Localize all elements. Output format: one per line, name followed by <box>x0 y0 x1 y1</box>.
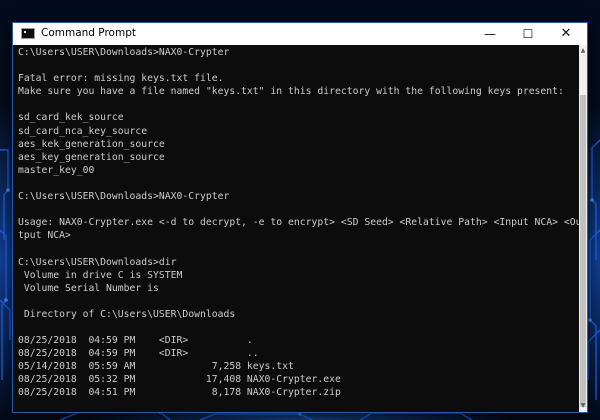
console-line: 08/25/2018 05:32 PM 17,408 NAX0-Crypter.… <box>18 374 341 386</box>
minimize-button[interactable]: — <box>471 23 509 45</box>
window-title: Command Prompt <box>41 27 136 39</box>
console-line: Fatal error: missing keys.txt file. <box>18 73 224 85</box>
title-bar[interactable]: Command Prompt — ☐ ✕ <box>13 23 587 45</box>
console-line: C:\Users\USER\Downloads>NAX0-Crypter <box>18 191 230 203</box>
console-line: sd_card_nca_key_source <box>18 125 148 137</box>
console-text: C:\Users\USER\Downloads>NAX0-Crypter Fata… <box>18 45 579 400</box>
console-line: 08/25/2018 04:51 PM 8,178 NAX0-Crypter.z… <box>18 387 341 399</box>
console-line: C:\Users\USER\Downloads>dir <box>18 256 177 268</box>
maximize-button[interactable]: ☐ <box>509 23 547 45</box>
console-line: 08/25/2018 04:59 PM <DIR> .. <box>18 348 259 360</box>
close-button[interactable]: ✕ <box>547 23 585 45</box>
console-line: 08/25/2018 04:59 PM <DIR> . <box>18 335 253 347</box>
console-line: Volume in drive C is SYSTEM <box>18 269 183 281</box>
console-output[interactable]: C:\Users\USER\Downloads>NAX0-Crypter Fata… <box>13 45 579 412</box>
console-line: Directory of C:\Users\USER\Downloads <box>18 308 236 320</box>
console-line: master_key_00 <box>18 164 95 176</box>
console-line: Make sure you have a file named "keys.tx… <box>18 86 564 98</box>
command-prompt-icon[interactable] <box>21 28 35 39</box>
arrow-up-icon[interactable]: ▲ <box>579 46 587 56</box>
console-line: aes_kek_generation_source <box>18 138 165 150</box>
command-prompt-window: Command Prompt — ☐ ✕ C:\Users\USER\Downl… <box>13 23 587 412</box>
console-line: 05/14/2018 05:59 AM 7,258 keys.txt <box>18 361 294 373</box>
console-line: Usage: NAX0-Crypter.exe <-d to decrypt, … <box>18 217 579 229</box>
console-line: C:\Users\USER\Downloads>NAX0-Crypter <box>18 47 230 58</box>
console-line: Volume Serial Number is <box>18 282 159 294</box>
arrow-down-icon[interactable]: ▼ <box>579 401 587 411</box>
console-line: sd_card_kek_source <box>18 112 124 124</box>
vertical-scrollbar[interactable]: ▲ ▼ <box>579 45 587 412</box>
scrollbar-thumb[interactable] <box>580 95 586 407</box>
console-line: aes_key_generation_source <box>18 151 165 163</box>
console-line: tput NCA> <box>18 230 71 242</box>
